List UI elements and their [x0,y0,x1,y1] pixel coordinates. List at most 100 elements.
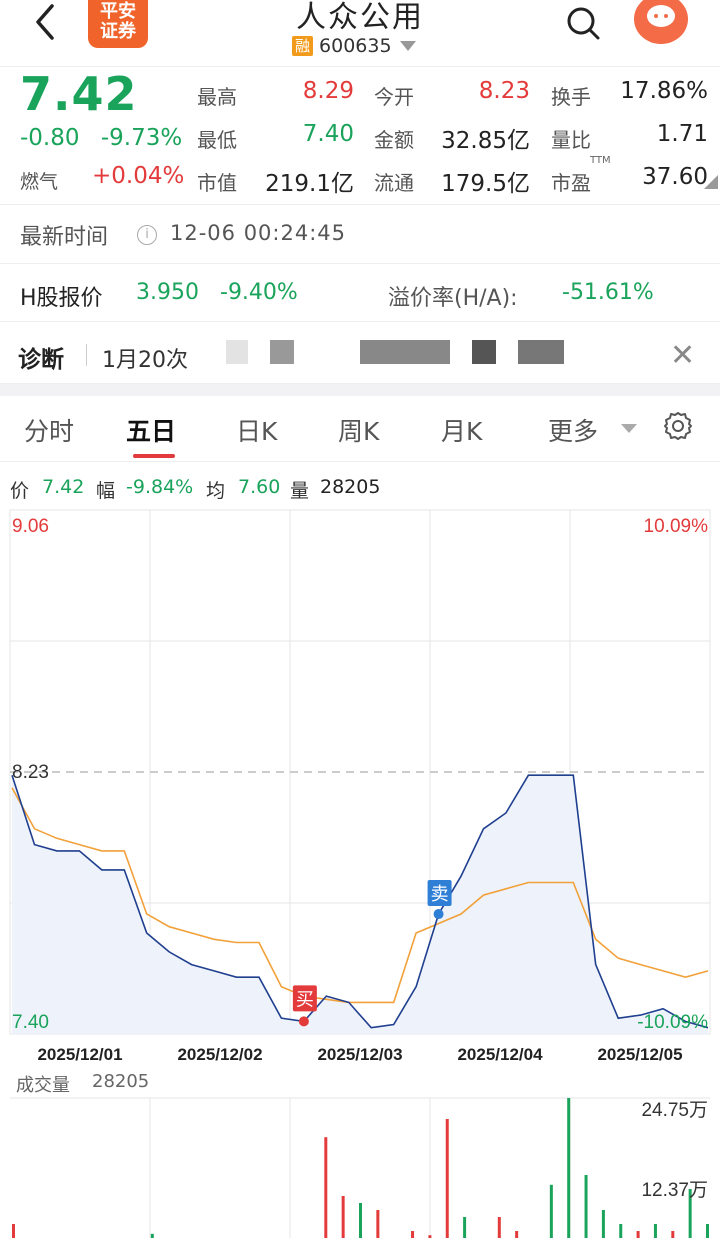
five-day-chart[interactable]: 9.06 8.23 7.40 10.09% -10.09% 2025/12/01 2025/… [0,506,720,1238]
h-share-price: 3.950 [136,280,199,305]
tab-intraday[interactable]: 分时 [24,412,74,448]
info-icon[interactable]: i [137,225,157,245]
latest-time-label: 最新时间 [20,225,109,250]
stat-value-turnover: 17.86% [620,78,708,104]
stat-value-pe: 37.60 [642,164,708,190]
legend-avg-value: 7.60 [238,476,281,498]
assistant-avatar-icon[interactable] [634,0,688,44]
redacted-block [270,340,294,364]
divider [86,344,87,366]
y-axis-label-low: 7.40 [12,1012,49,1033]
stat-label: 金额 [374,128,414,152]
change-percent: -9.73% [100,125,183,151]
tab-more[interactable]: 更多 [548,412,598,448]
diagnosis-text: 1月20次 [102,348,188,373]
stat-value-low: 7.40 [302,121,354,147]
tab-monthly-k[interactable]: 月K [441,412,482,448]
stat-value-float-cap: 179.5亿 [441,171,530,197]
volume-bar [376,1210,380,1238]
redacted-block [472,340,496,364]
tab-five-day[interactable]: 五日 [126,412,176,448]
x-axis-label: 2025/12/05 [597,1045,682,1064]
latest-time-value: 12-06 00:24:45 [170,221,347,245]
volume-bar [463,1217,467,1238]
volume-axis-label-max: 24.75万 [641,1100,708,1121]
stat-label: 量比 [551,128,591,152]
legend-vol-label: 量 [290,480,310,502]
x-axis-label: 2025/12/01 [37,1045,122,1064]
active-tab-indicator [133,454,175,458]
dropdown-caret-icon [399,41,416,51]
change-value: -0.80 [20,125,80,151]
volume-bar [497,1217,501,1238]
legend-price-label: 价 [10,480,30,502]
app-header: 平安 证券 人众公用 融 600635 [0,0,720,66]
x-axis-label: 2025/12/03 [317,1045,402,1064]
stat-label: 市值 [197,171,237,195]
volume-bar [411,1231,415,1238]
stat-value-volume-ratio: 1.71 [656,121,708,147]
volume-bar [567,1098,571,1238]
volume-bar [706,1224,709,1238]
trade-marker-label: 卖 [431,884,449,905]
quote-panel: 7.42 -0.80 -9.73% 燃气 +0.04% 最高 8.29 今开 8… [0,66,720,204]
stat-label: 换手 [551,85,591,109]
search-icon[interactable] [564,4,602,42]
legend-avg-label: 均 [206,480,226,502]
stat-value-market-cap: 219.1亿 [265,171,354,197]
stat-value-high: 8.29 [302,78,354,104]
volume-bar [584,1175,588,1238]
stock-code-selector[interactable]: 融 600635 [292,35,416,57]
trade-marker-dot [298,1016,309,1027]
legend-amp-value: -9.84% [126,476,194,498]
diagnosis-row[interactable]: 诊断 1月20次 ✕ [0,322,720,384]
stat-value-amount: 32.85亿 [441,128,530,154]
h-share-change: -9.40% [220,280,298,305]
tab-weekly-k[interactable]: 周K [338,412,379,448]
margin-tag: 融 [292,36,314,56]
volume-bar [445,1119,449,1238]
volume-label: 成交量 [16,1075,70,1096]
volume-axis-label-mid: 12.37万 [641,1180,708,1201]
redacted-block [518,340,564,364]
last-price: 7.42 [20,67,138,121]
volume-bar [515,1231,519,1238]
x-axis-label: 2025/12/02 [177,1045,262,1064]
stat-label: 流通 [374,171,414,195]
legend-amp-label: 幅 [96,480,116,502]
volume-bar [324,1137,328,1238]
stat-label: 最高 [197,85,237,109]
volume-value: 28205 [92,1071,150,1092]
price-area [12,775,708,1034]
settings-gear-icon[interactable] [662,410,694,442]
y-axis-label-high-pct: 10.09% [644,516,709,537]
stock-name: 人众公用 [296,0,424,35]
y-axis-label-high: 9.06 [12,516,49,537]
volume-bar [549,1184,553,1238]
y-axis-label-prev-close: 8.23 [12,762,49,783]
h-share-row[interactable]: H股报价 3.950 -9.40% 溢价率(H/A): -51.61% [0,264,720,322]
stock-code: 600635 [319,35,392,57]
volume-bar [341,1196,345,1238]
chevron-down-icon [621,424,637,433]
sector-label[interactable]: 燃气 [20,167,58,194]
diagnosis-label: 诊断 [18,347,64,373]
stat-label: 今开 [374,85,414,109]
sector-change[interactable]: +0.04% [92,163,184,189]
latest-time-row: 最新时间 i 12-06 00:24:45 [0,204,720,264]
stat-label: 市盈 [551,171,591,195]
volume-bar [12,1224,15,1238]
trade-marker-dot [433,909,444,920]
price-change: -0.80 -9.73% [20,125,182,151]
chart-tabs: 分时 五日 日K 周K 月K 更多 [0,396,720,462]
redacted-block [226,340,248,364]
redacted-block [360,340,450,364]
volume-bar [601,1210,605,1238]
tab-daily-k[interactable]: 日K [236,412,277,448]
volume-bar [150,1233,154,1238]
expand-corner-icon[interactable] [704,175,718,189]
stat-label: 最低 [197,128,237,152]
close-icon[interactable]: ✕ [670,338,695,373]
volume-bar [653,1224,657,1238]
volume-bar [636,1231,640,1238]
